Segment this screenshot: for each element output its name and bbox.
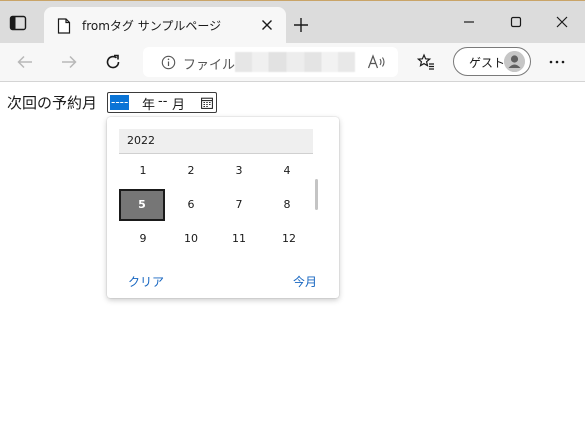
month-cell[interactable]: 2 bbox=[168, 156, 214, 188]
read-aloud-icon[interactable] bbox=[367, 54, 387, 70]
month-cell-selected[interactable]: 5 bbox=[119, 189, 165, 221]
month-cell[interactable]: 7 bbox=[216, 190, 262, 222]
title-bar: fromタグ サンプルページ bbox=[0, 0, 585, 44]
clear-button[interactable]: クリア bbox=[128, 273, 164, 290]
month-input[interactable]: ---- 年 -- 月 bbox=[107, 92, 217, 113]
month-cell[interactable]: 12 bbox=[266, 224, 312, 256]
new-tab-icon[interactable] bbox=[293, 17, 309, 33]
info-icon[interactable] bbox=[161, 55, 176, 70]
tab-title: fromタグ サンプルページ bbox=[82, 19, 222, 33]
month-cell[interactable]: 10 bbox=[168, 224, 214, 256]
avatar-icon bbox=[504, 51, 525, 72]
month-cell[interactable]: 1 bbox=[120, 156, 166, 188]
more-options-icon[interactable] bbox=[548, 53, 566, 71]
month-cell[interactable]: 9 bbox=[120, 224, 166, 256]
picker-scrollbar[interactable] bbox=[315, 179, 318, 210]
minimize-icon[interactable] bbox=[462, 15, 476, 29]
month-picker-popup: 2022 1 2 3 4 5 6 7 8 9 10 11 12 クリア 今月 bbox=[107, 117, 339, 298]
address-url-blurred bbox=[235, 52, 355, 72]
calendar-icon[interactable] bbox=[201, 97, 213, 109]
reservation-month-label: 次回の予約月 bbox=[7, 94, 98, 112]
month-cell[interactable]: 4 bbox=[264, 156, 310, 188]
year-segment[interactable]: ---- bbox=[110, 95, 130, 110]
tab-actions-icon[interactable] bbox=[9, 14, 27, 32]
month-cell[interactable]: 6 bbox=[168, 190, 214, 222]
picker-year-label: 2022 bbox=[127, 134, 155, 147]
close-window-icon[interactable] bbox=[555, 15, 569, 29]
month-segment[interactable]: -- bbox=[158, 94, 167, 109]
month-cell[interactable]: 11 bbox=[216, 224, 262, 256]
document-icon bbox=[57, 18, 71, 34]
close-tab-icon[interactable] bbox=[261, 19, 273, 31]
maximize-icon[interactable] bbox=[509, 15, 523, 29]
this-month-button[interactable]: 今月 bbox=[293, 273, 317, 290]
back-arrow-icon[interactable] bbox=[16, 53, 34, 71]
month-unit: 月 bbox=[172, 98, 186, 113]
browser-toolbar: ファイル ゲスト bbox=[0, 43, 585, 82]
year-unit: 年 bbox=[142, 98, 156, 113]
profile-label: ゲスト bbox=[469, 56, 506, 70]
favorites-icon[interactable] bbox=[417, 53, 435, 71]
browser-tab[interactable]: fromタグ サンプルページ bbox=[44, 7, 286, 44]
profile-button[interactable]: ゲスト bbox=[453, 47, 531, 76]
month-cell[interactable]: 3 bbox=[216, 156, 262, 188]
month-cell[interactable]: 8 bbox=[264, 190, 310, 222]
address-bar[interactable]: ファイル bbox=[143, 47, 398, 77]
picker-year-header[interactable]: 2022 bbox=[119, 129, 313, 154]
forward-arrow-icon[interactable] bbox=[60, 53, 78, 71]
address-security-label: ファイル bbox=[183, 58, 236, 73]
reload-icon[interactable] bbox=[104, 53, 122, 71]
